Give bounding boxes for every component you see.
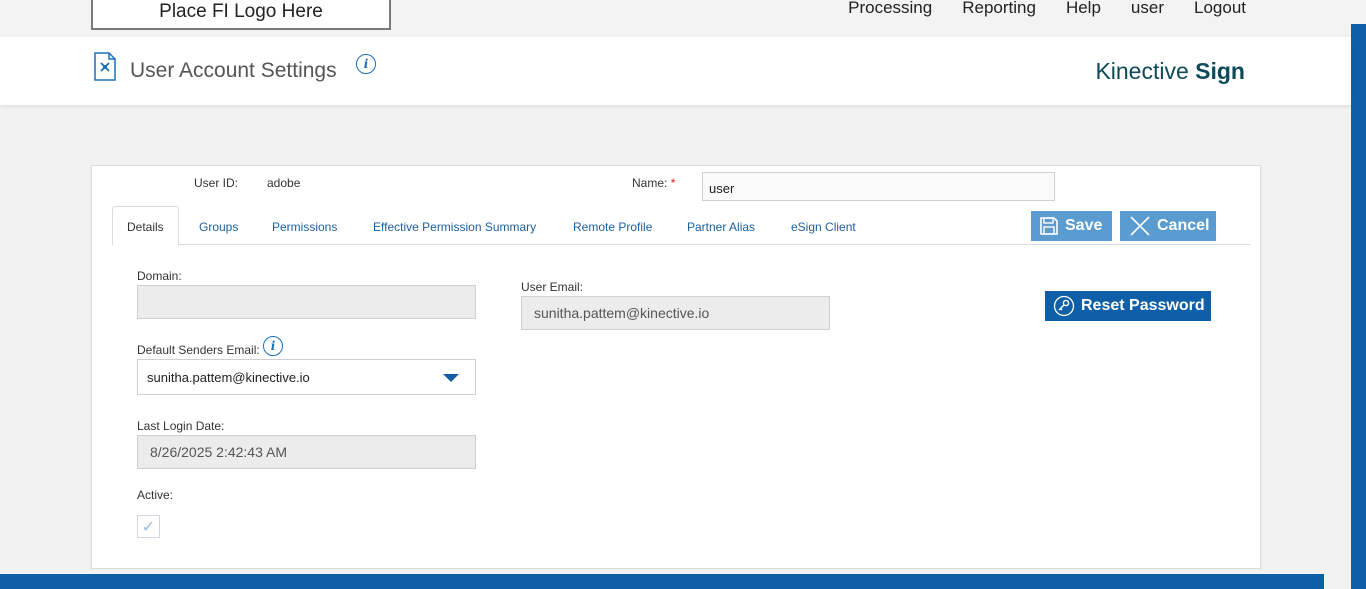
nav-help[interactable]: Help: [1066, 0, 1101, 18]
tab-permissions[interactable]: Permissions: [272, 206, 337, 245]
active-label: Active:: [137, 488, 174, 502]
cancel-button[interactable]: Cancel: [1120, 211, 1216, 241]
key-icon: [1053, 295, 1075, 317]
default-senders-email-select[interactable]: sunitha.pattem@kinective.io: [137, 359, 476, 395]
tab-esign-client[interactable]: eSign Client: [791, 206, 856, 245]
scrollbar-track[interactable]: [1351, 24, 1366, 589]
save-icon: [1039, 216, 1059, 236]
top-nav: Processing Reporting Help user Logout: [848, 0, 1246, 18]
info-icon[interactable]: i: [356, 54, 376, 74]
tab-groups[interactable]: Groups: [199, 206, 238, 245]
save-button[interactable]: Save: [1031, 211, 1112, 241]
nav-user-menu[interactable]: user: [1131, 0, 1164, 18]
brand-logo: Kinective Sign: [1095, 58, 1245, 85]
default-senders-email-value: sunitha.pattem@kinective.io: [147, 369, 310, 385]
document-settings-icon: [93, 52, 117, 81]
save-label: Save: [1065, 217, 1103, 234]
brand-prefix: Kinective: [1095, 58, 1189, 84]
top-bar: Place FI Logo Here Processing Reporting …: [0, 0, 1366, 37]
name-input[interactable]: user: [702, 172, 1055, 201]
logo-text: Place FI Logo Here: [159, 1, 323, 22]
reset-password-label: Reset Password: [1081, 297, 1205, 314]
tab-details[interactable]: Details: [112, 206, 179, 246]
reset-password-button[interactable]: Reset Password: [1045, 291, 1211, 321]
required-asterisk: *: [670, 176, 676, 190]
cancel-label: Cancel: [1157, 217, 1210, 234]
checkmark-icon: ✓: [141, 518, 156, 536]
active-checkbox[interactable]: ✓: [137, 515, 160, 538]
domain-label: Domain:: [137, 269, 182, 283]
page-title: User Account Settings: [130, 59, 337, 82]
user-id-label: User ID:: [194, 176, 239, 190]
tab-remote-profile[interactable]: Remote Profile: [573, 206, 652, 245]
nav-processing[interactable]: Processing: [848, 0, 932, 18]
page-header: User Account Settings i Kinective Sign: [0, 37, 1351, 105]
fi-logo-placeholder: Place FI Logo Here: [91, 0, 391, 30]
nav-reporting[interactable]: Reporting: [962, 0, 1036, 18]
brand-suffix: Sign: [1195, 58, 1245, 84]
user-settings-panel: User ID: adobe Name: * user Details Grou…: [91, 165, 1261, 569]
tab-effective-permission-summary[interactable]: Effective Permission Summary: [373, 206, 536, 245]
nav-logout[interactable]: Logout: [1194, 0, 1246, 18]
name-label-text: Name:: [632, 176, 668, 190]
user-email-label: User Email:: [521, 280, 584, 294]
caret-down-icon: [443, 374, 459, 382]
user-email-field[interactable]: sunitha.pattem@kinective.io: [521, 296, 830, 330]
name-label: Name: *: [632, 176, 675, 190]
info-icon[interactable]: i: [263, 336, 283, 356]
footer-bar: [0, 574, 1324, 589]
tab-partner-alias[interactable]: Partner Alias: [687, 206, 755, 245]
domain-field[interactable]: [137, 285, 476, 319]
last-login-date-field[interactable]: 8/26/2025 2:42:43 AM: [137, 435, 476, 469]
last-login-date-label: Last Login Date:: [137, 419, 225, 433]
user-id-value: adobe: [267, 176, 301, 190]
default-senders-email-label: Default Senders Email:: [137, 343, 260, 357]
close-icon: [1129, 215, 1151, 237]
